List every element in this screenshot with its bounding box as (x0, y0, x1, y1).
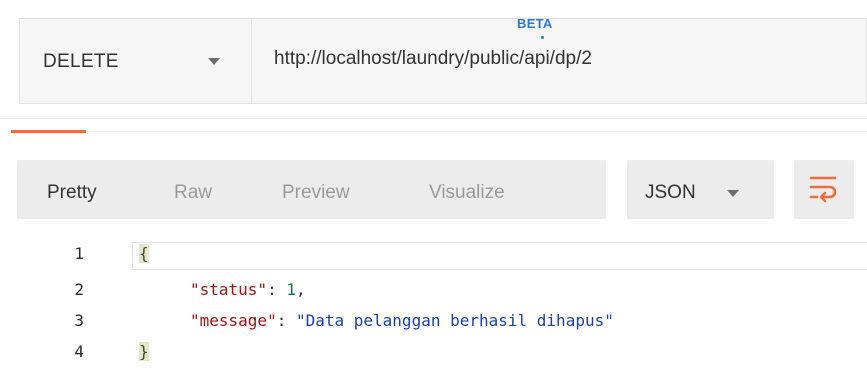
tab-pretty[interactable]: Pretty (47, 182, 97, 204)
beta-badge: BETA (517, 16, 553, 31)
tab-visualize[interactable]: Visualize (429, 182, 505, 204)
json-value-status: 1 (286, 280, 296, 299)
close-brace: } (139, 342, 149, 361)
code-line: 2 "status": 1, (0, 280, 867, 310)
request-bar: DELETE (19, 18, 867, 104)
line-number: 1 (74, 244, 84, 263)
chevron-down-icon (208, 58, 220, 65)
tab-indicator-track (86, 131, 867, 132)
code-line: 3 "message": "Data pelanggan berhasil di… (0, 311, 867, 341)
code-line: 1 { (0, 244, 867, 274)
json-key-status: "status" (190, 280, 268, 299)
tab-raw[interactable]: Raw (174, 182, 212, 204)
line-number: 3 (74, 311, 84, 330)
active-tab-indicator (11, 130, 86, 133)
method-select[interactable]: DELETE (20, 19, 252, 103)
tab-preview[interactable]: Preview (282, 182, 350, 204)
chevron-down-icon (727, 190, 739, 197)
code-text: } (139, 342, 149, 361)
response-view-tabs: Pretty Raw Preview Visualize (17, 160, 606, 219)
format-label: JSON (645, 182, 696, 203)
method-label: DELETE (43, 51, 119, 72)
url-input[interactable] (253, 19, 866, 103)
beta-dot (541, 36, 544, 39)
format-select[interactable]: JSON (627, 160, 774, 219)
code-text: { (139, 244, 149, 263)
line-number: 2 (74, 280, 84, 299)
code-text: "status": 1, (190, 280, 306, 299)
line-number: 4 (74, 342, 84, 361)
wrap-lines-icon (809, 176, 837, 203)
open-brace: { (139, 244, 149, 263)
code-text: "message": "Data pelanggan berhasil diha… (190, 311, 614, 330)
json-value-message: "Data pelanggan berhasil dihapus" (295, 311, 614, 330)
response-body-viewer[interactable]: 1 { 2 "status": 1, 3 "message": "Data pe… (0, 238, 867, 368)
wrap-lines-button[interactable] (794, 160, 854, 219)
json-key-message: "message" (190, 311, 277, 330)
divider (0, 118, 867, 119)
